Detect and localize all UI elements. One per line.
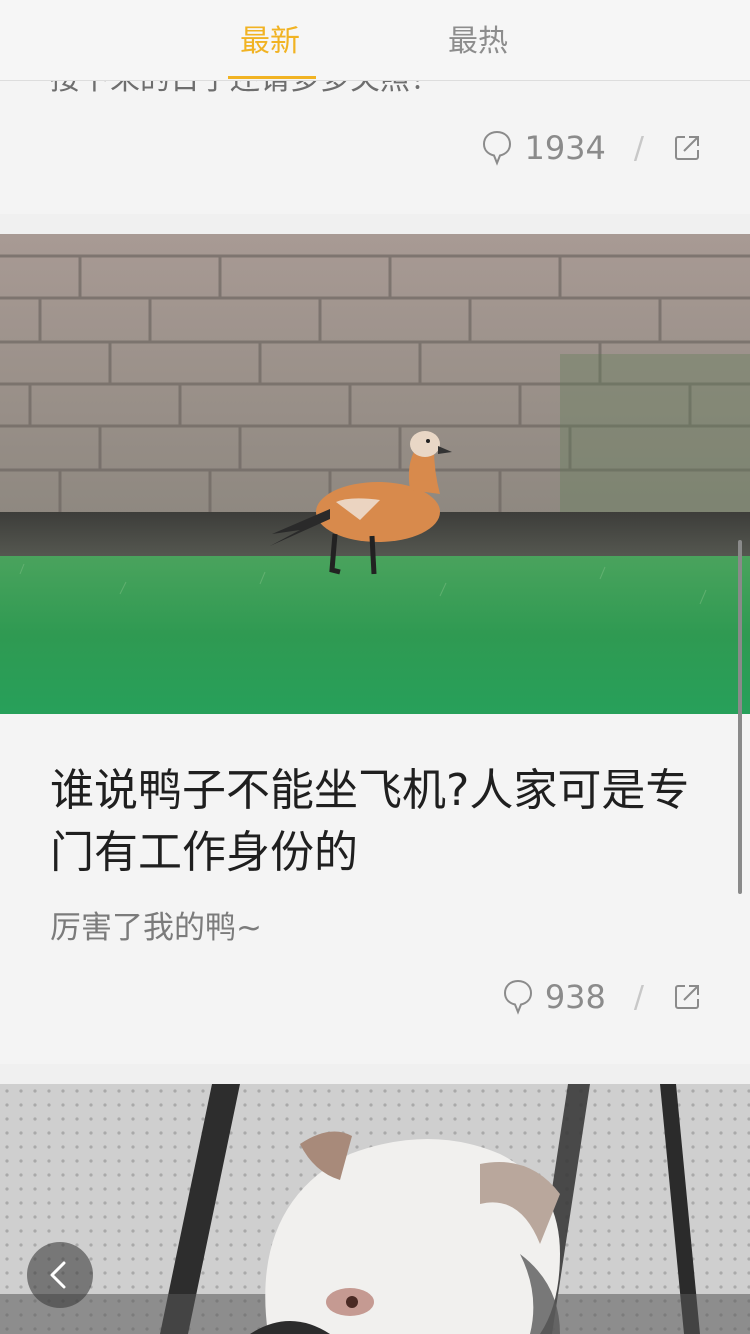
top-tab-bar: 最新 最热 xyxy=(0,0,750,81)
back-button[interactable] xyxy=(27,1242,93,1308)
duck-on-grass-photo[interactable] xyxy=(0,234,750,714)
share-icon[interactable] xyxy=(672,133,702,163)
active-tab-indicator xyxy=(228,76,316,79)
tab-hot[interactable]: 最热 xyxy=(448,20,508,64)
scrollbar[interactable] xyxy=(738,540,742,894)
comment-bubble-icon[interactable] xyxy=(503,979,533,1015)
post-footer: 1934 / xyxy=(482,126,702,170)
post-card[interactable]: 接下来的日子还请多多关照！ 1934 / xyxy=(0,80,750,214)
post-excerpt: 接下来的日子还请多多关照！ xyxy=(50,80,440,100)
tab-latest[interactable]: 最新 xyxy=(240,20,300,64)
comment-count: 938 xyxy=(544,978,606,1016)
footer-divider: / xyxy=(633,979,644,1015)
chevron-left-icon xyxy=(50,1261,66,1289)
post-card[interactable]: 谁说鸭子不能坐飞机?人家可是专门有工作身份的 厉害了我的鸭~ 938 / xyxy=(0,234,750,1064)
post-footer: 938 / xyxy=(503,975,702,1019)
comment-bubble-icon[interactable] xyxy=(482,130,512,166)
post-card[interactable] xyxy=(0,1084,750,1334)
comment-count: 1934 xyxy=(524,129,606,167)
footer-divider: / xyxy=(633,130,644,166)
share-icon[interactable] xyxy=(672,982,702,1012)
bulldog-photo[interactable] xyxy=(0,1084,750,1334)
post-subtitle: 厉害了我的鸭~ xyxy=(50,910,262,946)
post-title[interactable]: 谁说鸭子不能坐飞机?人家可是专门有工作身份的 xyxy=(50,760,690,884)
